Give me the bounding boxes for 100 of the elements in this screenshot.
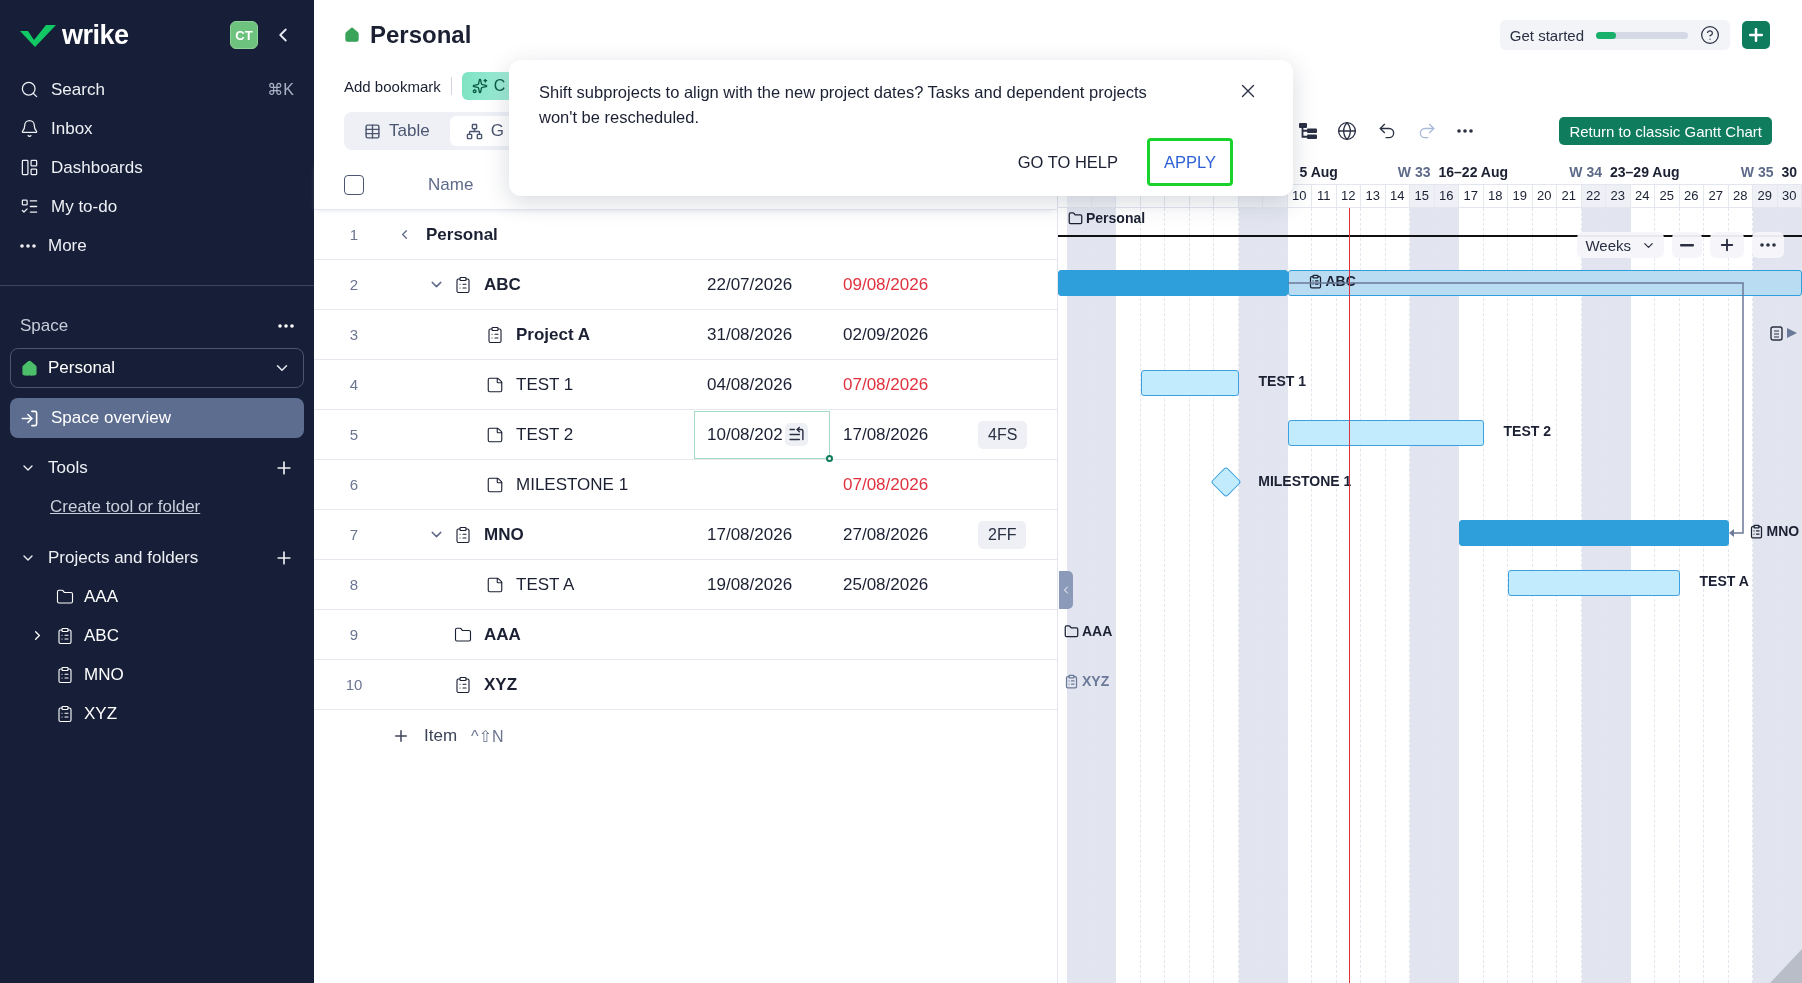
day-cell: 23 — [1606, 185, 1631, 207]
start-date: 10/08/202 — [707, 424, 783, 445]
week-number: W 34 — [1569, 164, 1602, 180]
note-icon — [486, 475, 504, 494]
bar-label: TEST 1 — [1258, 373, 1306, 389]
dialog-message: Shift subprojects to align with the new project dates? Tasks and dependent projects won't be rescheduled. — [539, 82, 1148, 128]
folder-icon — [56, 587, 74, 606]
due-date: 17/08/2026 — [843, 424, 929, 445]
item-name[interactable]: MILESTONE 1 — [516, 474, 629, 495]
bar-label: MNO — [1748, 523, 1800, 539]
clipboard-icon — [454, 675, 472, 694]
tree-item[interactable]: MNO — [84, 664, 124, 685]
item-name[interactable]: TEST 2 — [516, 424, 574, 445]
get-started-panel[interactable]: Get started — [1499, 20, 1730, 50]
timeline-label: Personal — [1068, 210, 1146, 226]
space-selector[interactable]: Personal — [10, 348, 304, 388]
create-link[interactable]: Create tool or folder — [50, 487, 201, 526]
week-number: W 35 — [1740, 164, 1774, 180]
dashboard-icon — [20, 158, 39, 177]
item-name[interactable]: Project A — [516, 324, 590, 345]
dependency-tag[interactable]: 4FS — [978, 420, 1028, 449]
nav-item[interactable]: More — [10, 226, 304, 265]
nav-item[interactable]: My to-do — [10, 187, 304, 226]
row-number: 6 — [348, 476, 360, 493]
bar-label: TEST 2 — [1503, 423, 1551, 439]
home-icon — [21, 359, 38, 377]
more-icon[interactable] — [1457, 129, 1474, 133]
column-header[interactable]: Name — [428, 174, 474, 195]
folder-icon — [1064, 623, 1079, 639]
row-number: 1 — [348, 226, 360, 243]
item-name[interactable]: ABC — [484, 274, 521, 295]
day-cell: 16 — [1434, 185, 1459, 207]
plus-icon — [1746, 25, 1766, 45]
dependency-tag[interactable]: 2FF — [978, 520, 1027, 549]
logo-check-icon — [20, 23, 56, 47]
timeline-label: AAA — [1064, 623, 1113, 639]
clipboard-icon — [56, 665, 74, 684]
note-icon — [486, 425, 504, 444]
more-button[interactable] — [1752, 232, 1784, 258]
timeline-label: XYZ — [1064, 673, 1110, 689]
row-number: 8 — [348, 576, 360, 593]
tree-item[interactable]: AAA — [84, 586, 119, 607]
item-name[interactable]: XYZ — [484, 674, 518, 695]
select-all-checkbox[interactable] — [344, 174, 364, 195]
item-name[interactable]: MNO — [484, 524, 524, 545]
zoom-in-button[interactable] — [1710, 232, 1744, 258]
more-icon[interactable] — [278, 324, 294, 328]
item-name[interactable]: Personal — [426, 224, 498, 245]
classic-gantt-button[interactable]: Return to classic Gantt Chart — [1559, 117, 1772, 145]
tree-item[interactable]: ABC — [84, 625, 119, 646]
folder-icon — [454, 625, 472, 644]
nav-item[interactable]: Search ⌘K — [10, 70, 304, 109]
due-date: 07/08/2026 — [843, 474, 929, 495]
nav-item[interactable]: Inbox — [10, 109, 304, 148]
dialog-button[interactable]: APPLY — [1147, 138, 1233, 186]
enter-icon — [20, 408, 39, 428]
collapse-handle[interactable] — [1059, 571, 1073, 609]
item-name[interactable]: TEST A — [516, 574, 575, 595]
plus-icon[interactable] — [392, 727, 410, 745]
due-date: 25/08/2026 — [843, 574, 929, 595]
more-icon[interactable] — [20, 243, 36, 248]
view-tab[interactable]: Table — [348, 116, 446, 146]
week-range: 30 — [1781, 164, 1798, 180]
scale-dropdown[interactable]: Weeks — [1577, 232, 1664, 258]
note-icon — [486, 375, 504, 394]
globe-icon — [1337, 121, 1358, 141]
add-button[interactable] — [1742, 21, 1770, 49]
nav-item[interactable]: Dashboards — [10, 148, 304, 187]
dialog-button[interactable]: GO TO HELP — [1000, 138, 1135, 186]
start-date: 22/07/2026 — [707, 274, 793, 295]
checklist-icon — [20, 197, 39, 216]
bar-label: TEST A — [1699, 573, 1749, 589]
start-date: 31/08/2026 — [707, 324, 793, 345]
clipboard-icon — [1064, 673, 1079, 689]
item-name[interactable]: TEST 1 — [516, 374, 574, 395]
fill-handle[interactable] — [826, 454, 833, 462]
zoom-out-button[interactable] — [1672, 232, 1702, 258]
selected-cell[interactable]: 10/08/202 — [694, 410, 830, 459]
week-range: 16–22 Aug — [1438, 164, 1508, 180]
note-icon — [486, 575, 504, 594]
space-overview-item[interactable]: Space overview — [10, 398, 304, 438]
item-name[interactable]: AAA — [484, 624, 521, 645]
day-cell: 29 — [1753, 185, 1778, 207]
tree-item[interactable]: XYZ — [84, 703, 118, 724]
row-number: 2 — [348, 276, 360, 293]
due-date: 07/08/2026 — [843, 374, 929, 395]
table-icon — [364, 122, 381, 140]
folder-icon — [1068, 210, 1083, 226]
week-range: 23–29 Aug — [1610, 164, 1680, 180]
due-date: 27/08/2026 — [843, 524, 929, 545]
day-cell: 22 — [1581, 185, 1606, 207]
more-icon[interactable] — [1760, 243, 1776, 247]
start-date: 19/08/2026 — [707, 574, 793, 595]
start-date: 04/08/2026 — [707, 374, 793, 395]
help-icon[interactable] — [1700, 25, 1720, 45]
offscreen-marker-icon[interactable] — [1770, 325, 1798, 341]
sparkles-icon — [471, 78, 488, 94]
add-bookmark-link[interactable]: Add bookmark — [344, 77, 441, 95]
add-item-link[interactable]: Item — [424, 726, 458, 746]
hierarchy-icon — [1299, 123, 1318, 139]
